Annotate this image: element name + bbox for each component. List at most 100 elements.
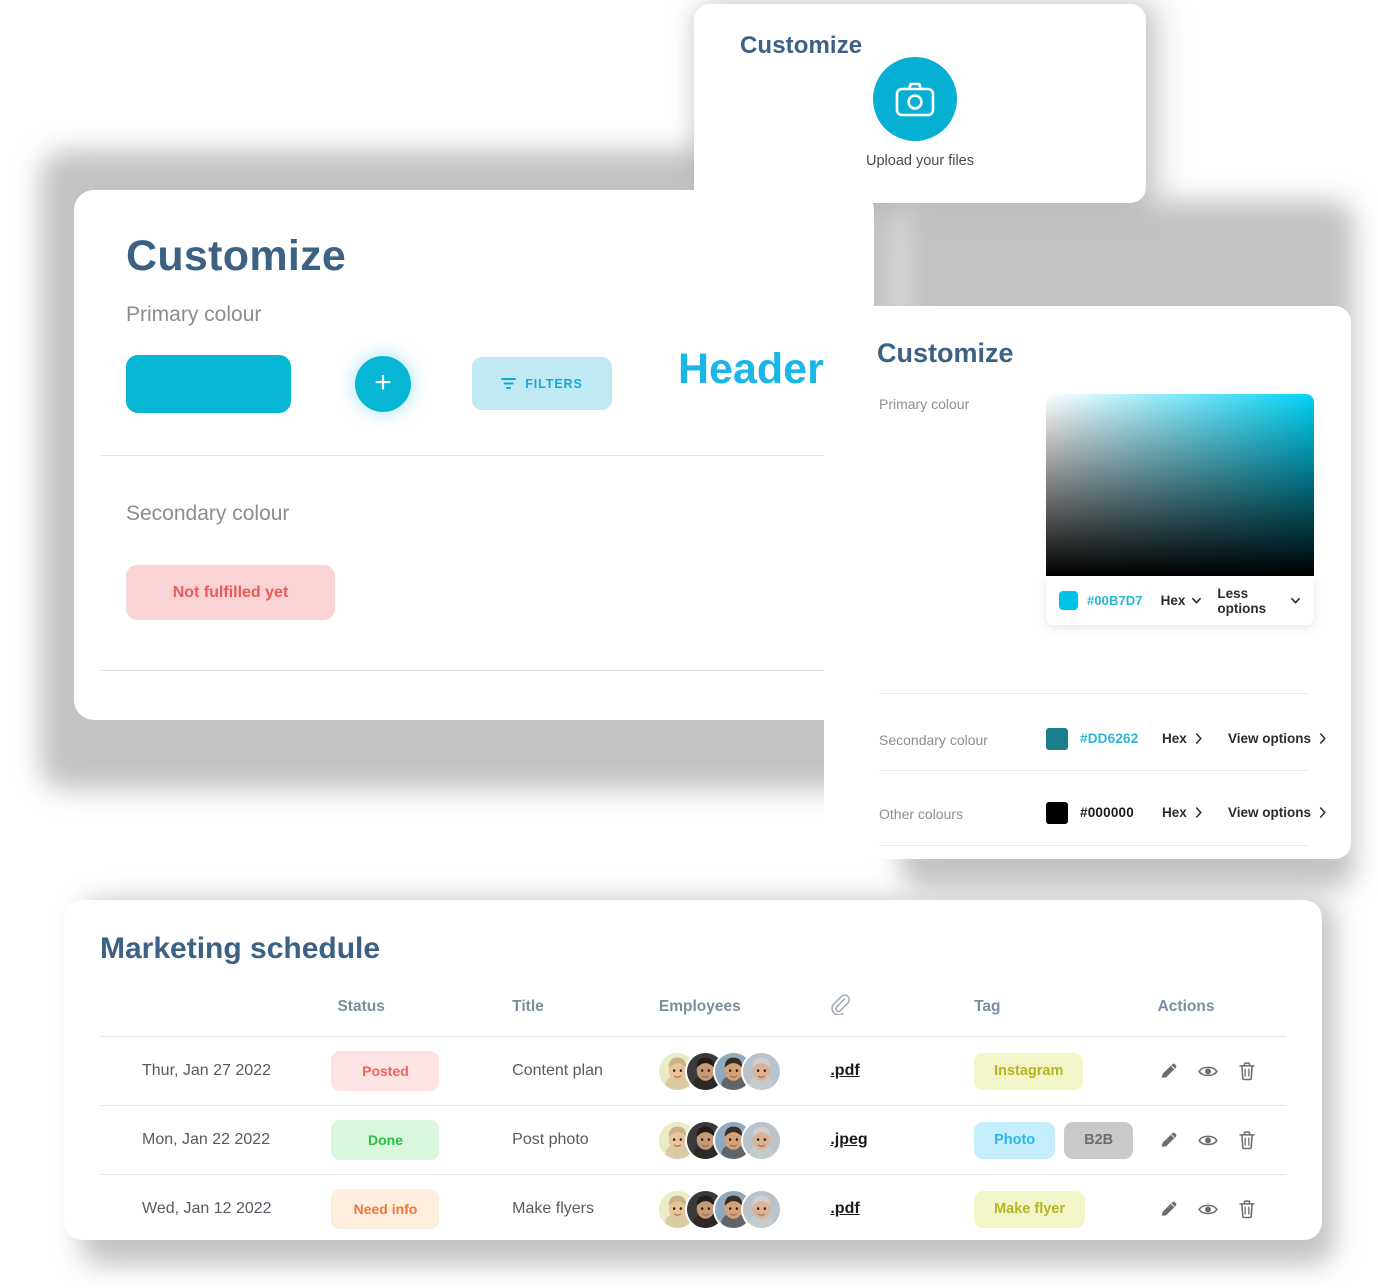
col-header-title: Title — [512, 997, 544, 1015]
primary-colour-swatch[interactable] — [126, 355, 291, 413]
status-badge[interactable]: Posted — [331, 1051, 440, 1091]
picker-card-title: Customize — [877, 338, 1014, 368]
secondary-colour-label: Secondary colour — [126, 502, 290, 525]
avatar[interactable] — [742, 1190, 780, 1228]
picker-divider-2 — [879, 770, 1309, 771]
picker-divider-1 — [879, 693, 1309, 694]
upload-card: Customize Upload your files — [694, 4, 1146, 203]
secondary-colour-swatch[interactable] — [1046, 728, 1068, 750]
file-link[interactable]: .pdf — [830, 1200, 859, 1217]
avatar-group — [658, 1052, 830, 1090]
cell-employees — [658, 1106, 830, 1175]
view-icon[interactable] — [1197, 1198, 1219, 1220]
colour-picker-card: Customize Primary colour #00B7D7 Hex Les… — [824, 306, 1351, 859]
delete-icon[interactable] — [1236, 1198, 1258, 1220]
cell-employees — [658, 1175, 830, 1244]
less-options-dropdown[interactable]: Less options — [1217, 586, 1301, 616]
cell-employees — [658, 1037, 830, 1106]
tag-badge[interactable]: Make flyer — [974, 1190, 1085, 1228]
picker-primary-colour-label: Primary colour — [879, 396, 970, 412]
avatar[interactable] — [742, 1052, 780, 1090]
hex-format-label: Hex — [1160, 593, 1186, 608]
file-link[interactable]: .pdf — [830, 1062, 859, 1079]
picker-secondary-colour-label: Secondary colour — [879, 732, 988, 748]
customize-main-card: Customize Primary colour + FILTERS Heade… — [74, 190, 874, 720]
not-fulfilled-badge-label: Not fulfilled yet — [172, 583, 289, 601]
view-icon[interactable] — [1197, 1060, 1219, 1082]
avatar-group — [658, 1121, 830, 1159]
marketing-schedule-card: Marketing schedule Status Title Employee… — [64, 900, 1322, 1240]
edit-icon[interactable] — [1158, 1060, 1180, 1082]
cell-tags: Make flyer — [974, 1175, 1158, 1244]
col-header-attachment — [830, 985, 974, 1037]
schedule-table-wrap: Status Title Employees Tag Actions Thur,… — [100, 985, 1286, 1243]
schedule-table: Status Title Employees Tag Actions Thur,… — [100, 985, 1286, 1243]
add-button[interactable]: + — [355, 356, 411, 412]
secondary-view-options[interactable]: View options — [1228, 731, 1327, 746]
cell-title: Make flyers — [512, 1200, 594, 1217]
screenshot-stage: Customize Upload your files Customize Pr… — [0, 0, 1378, 1288]
delete-icon[interactable] — [1236, 1129, 1258, 1151]
col-header-status: Status — [337, 997, 385, 1015]
delete-icon[interactable] — [1236, 1060, 1258, 1082]
cell-file: .jpeg — [830, 1106, 974, 1175]
chevron-right-icon — [1319, 807, 1326, 818]
status-badge[interactable]: Done — [331, 1120, 440, 1160]
cell-status: Done — [331, 1106, 512, 1175]
col-header-employees: Employees — [658, 997, 741, 1015]
chevron-right-icon — [1319, 733, 1326, 744]
selected-colour-swatch[interactable] — [1059, 591, 1078, 610]
other-hex-format[interactable]: Hex — [1162, 805, 1203, 820]
edit-icon[interactable] — [1158, 1198, 1180, 1220]
cell-tags: Instagram — [974, 1037, 1158, 1106]
tag-group: Photo B2B — [974, 1121, 1158, 1159]
cell-file: .pdf — [830, 1175, 974, 1244]
secondary-hex-format-label: Hex — [1162, 731, 1187, 746]
picker-other-colours-label: Other colours — [879, 806, 964, 822]
filter-icon — [501, 378, 517, 389]
cell-title: Content plan — [512, 1062, 603, 1079]
secondary-colour-hex: #DD6262 — [1080, 731, 1139, 746]
hex-format-dropdown[interactable]: Hex — [1161, 593, 1203, 608]
other-view-options[interactable]: View options — [1228, 805, 1327, 820]
chevron-right-icon — [1195, 807, 1202, 818]
status-badge[interactable]: Need info — [331, 1189, 440, 1229]
tag-badge[interactable]: Photo — [974, 1121, 1056, 1159]
primary-colour-label: Primary colour — [126, 303, 262, 326]
cell-actions — [1158, 1106, 1286, 1175]
view-icon[interactable] — [1197, 1129, 1219, 1151]
cell-actions — [1158, 1175, 1286, 1244]
schedule-table-body: Thur, Jan 27 2022 Posted Content plan .pdf I… — [100, 1036, 1286, 1244]
filters-button[interactable]: FILTERS — [472, 357, 612, 410]
col-header-date — [100, 985, 331, 1037]
camera-icon — [895, 82, 935, 117]
headers-sample-text: Headers — [678, 345, 848, 393]
cell-date: Mon, Jan 22 2022 — [142, 1131, 271, 1148]
other-colour-swatch[interactable] — [1046, 802, 1068, 824]
table-row: Wed, Jan 12 2022 Need info Make flyers .pdf… — [100, 1174, 1286, 1244]
cell-tags: Photo B2B — [974, 1106, 1158, 1175]
tag-badge[interactable]: B2B — [1064, 1121, 1134, 1159]
page-title: Customize — [126, 232, 347, 280]
col-header-actions: Actions — [1157, 997, 1215, 1015]
other-hex-format-label: Hex — [1162, 805, 1187, 820]
table-row: Thur, Jan 27 2022 Posted Content plan .pdf I… — [100, 1036, 1286, 1106]
table-header-row: Status Title Employees Tag Actions — [100, 985, 1286, 1037]
row-actions — [1158, 1198, 1286, 1220]
secondary-hex-format[interactable]: Hex — [1162, 731, 1203, 746]
not-fulfilled-badge: Not fulfilled yet — [126, 565, 335, 620]
other-colour-hex: #000000 — [1080, 805, 1134, 820]
colour-picker-footer: #00B7D7 Hex Less options — [1046, 576, 1314, 625]
cell-actions — [1158, 1037, 1286, 1106]
file-link[interactable]: .jpeg — [830, 1131, 867, 1148]
upload-card-title: Customize — [740, 32, 863, 59]
colour-gradient-area[interactable] — [1046, 394, 1314, 576]
plus-icon: + — [374, 365, 392, 399]
cell-status: Need info — [331, 1175, 512, 1244]
avatar[interactable] — [742, 1121, 780, 1159]
camera-upload-button[interactable] — [873, 57, 957, 141]
edit-icon[interactable] — [1158, 1129, 1180, 1151]
divider-2 — [101, 670, 847, 671]
cell-date: Wed, Jan 12 2022 — [142, 1200, 272, 1217]
tag-badge[interactable]: Instagram — [974, 1052, 1084, 1090]
